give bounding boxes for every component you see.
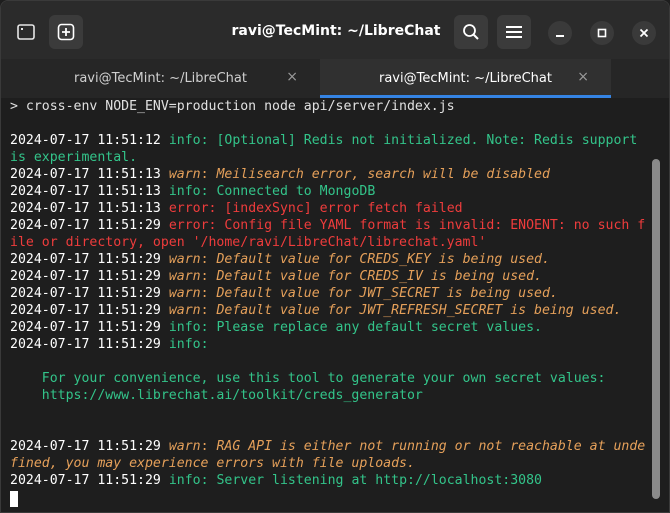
log-line: For your convenience, use this tool to g… [10, 371, 606, 386]
search-button[interactable] [454, 15, 488, 49]
log-line: 2024-07-17 11:51:29 warn: RAG API is eit… [10, 439, 646, 454]
minimize-button[interactable] [548, 21, 572, 45]
terminal-window: ravi@TecMint: ~/LibreChat ravi@TecMint: … [0, 0, 670, 513]
search-icon [463, 24, 479, 40]
tab-close-icon[interactable]: × [577, 69, 589, 85]
close-icon [639, 28, 649, 38]
minimize-icon [556, 35, 564, 37]
hamburger-menu-icon [506, 26, 522, 38]
log-line: 2024-07-17 11:51:29 info: Server listeni… [10, 473, 542, 488]
log-line: https://www.librechat.ai/toolkit/creds_g… [10, 388, 423, 403]
log-line: fined, you may experience errors with fi… [10, 456, 415, 471]
log-line: 2024-07-17 11:51:29 warn: Default value … [10, 252, 550, 267]
log-line: 2024-07-17 11:51:13 warn: Meilisearch er… [10, 167, 550, 182]
text-cursor [10, 491, 18, 507]
log-line: 2024-07-17 11:51:29 info: [10, 337, 209, 352]
log-line: 2024-07-17 11:51:13 info: Connected to M… [10, 184, 376, 199]
log-line: 2024-07-17 11:51:29 error: Config file Y… [10, 218, 646, 233]
log-line: 2024-07-17 11:51:29 warn: Default value … [10, 303, 622, 318]
maximize-button[interactable] [590, 21, 614, 45]
tab-1[interactable]: ravi@TecMint: ~/LibreChat × [1, 59, 320, 98]
maximize-icon [597, 28, 607, 38]
log-line: 2024-07-17 11:51:29 warn: Default value … [10, 286, 558, 301]
command-line: > cross-env NODE_ENV=production node api… [10, 99, 455, 114]
log-line: 2024-07-17 11:51:29 warn: Default value … [10, 269, 542, 284]
log-line: 2024-07-17 11:51:12 info: [Optional] Red… [10, 133, 638, 148]
scrollbar[interactable] [652, 159, 660, 499]
log-line: 2024-07-17 11:51:13 error: [indexSync] e… [10, 201, 463, 216]
tab-label: ravi@TecMint: ~/LibreChat [74, 71, 247, 86]
close-button[interactable] [632, 21, 656, 45]
tab-label: ravi@TecMint: ~/LibreChat [379, 71, 552, 86]
log-line: 2024-07-17 11:51:29 info: Please replace… [10, 320, 542, 335]
tab-close-icon[interactable]: × [286, 69, 298, 85]
title-bar: ravi@TecMint: ~/LibreChat [1, 1, 669, 59]
menu-button[interactable] [497, 15, 531, 49]
tab-2[interactable]: ravi@TecMint: ~/LibreChat × [320, 59, 611, 98]
log-line: is experimental. [10, 150, 138, 165]
tab-bar: ravi@TecMint: ~/LibreChat × ravi@TecMint… [1, 59, 669, 140]
log-line: ile or directory, open '/home/ravi/Libre… [10, 235, 487, 250]
